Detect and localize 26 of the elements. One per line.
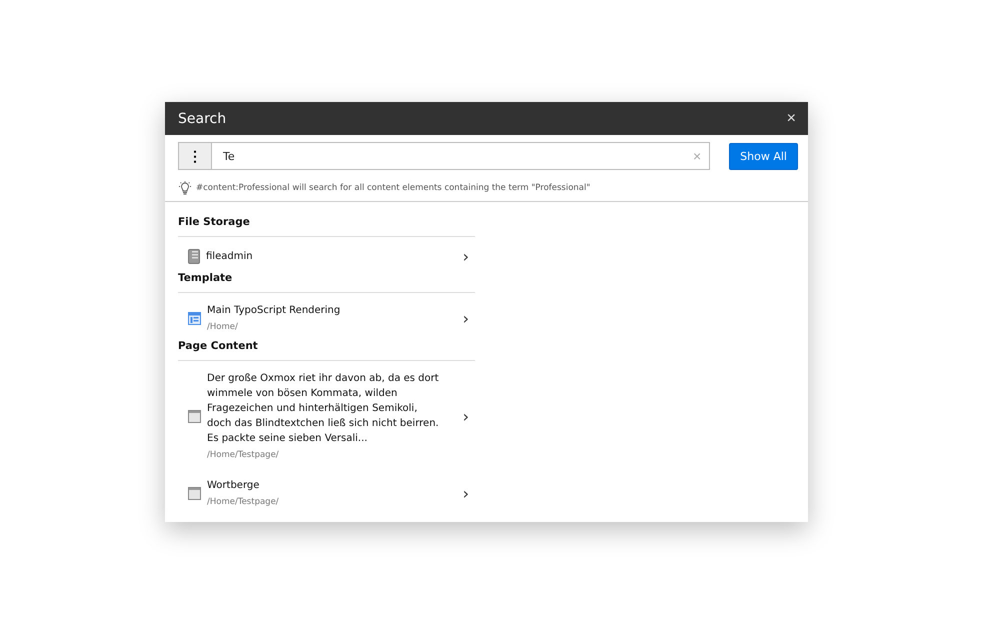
result-title: fileadmin	[206, 250, 254, 264]
lightbulb-icon	[178, 181, 192, 195]
template-icon	[188, 312, 201, 325]
result-title: Der große Oxmox riet ihr davon ab, da es dort wimmele von bösen Kommata, wilden Fragezeichen und hinterhältigen Semikoli, doch das Blindtextchen ließ sich nicht beirren. Es packte seine sieben Versali...	[207, 372, 440, 446]
show-all-button[interactable]: Show All	[729, 142, 798, 170]
group-heading: File Storage	[178, 216, 475, 237]
result-path: /Home/Testpage/	[207, 496, 280, 509]
result-item[interactable]: Wortberge /Home/Testpage/ ›	[178, 468, 475, 515]
chevron-icon: ›	[448, 407, 469, 426]
result-path: /Home/Testpage/	[207, 449, 280, 462]
content-element-icon	[188, 487, 201, 500]
chevron-icon: ›	[448, 247, 469, 266]
result-title: Main TypoScript Rendering	[207, 304, 342, 318]
group-heading: Page Content	[178, 340, 475, 361]
chevron-icon: ›	[448, 484, 469, 503]
result-path: /Home/	[207, 321, 239, 334]
close-button[interactable]: ×	[786, 110, 796, 126]
result-item[interactable]: fileadmin ›	[178, 237, 475, 272]
result-item[interactable]: Main TypoScript Rendering /Home/ ›	[178, 293, 475, 340]
group-heading: Template	[178, 272, 475, 293]
storage-icon	[188, 249, 200, 264]
modal-title: Search	[178, 110, 226, 126]
chevron-icon: ›	[448, 309, 469, 328]
content-element-icon	[188, 410, 201, 423]
result-title: Wortberge	[207, 479, 260, 493]
search-hint: #content:Professional will search for all content elements containing the term "Professional"	[196, 183, 590, 193]
